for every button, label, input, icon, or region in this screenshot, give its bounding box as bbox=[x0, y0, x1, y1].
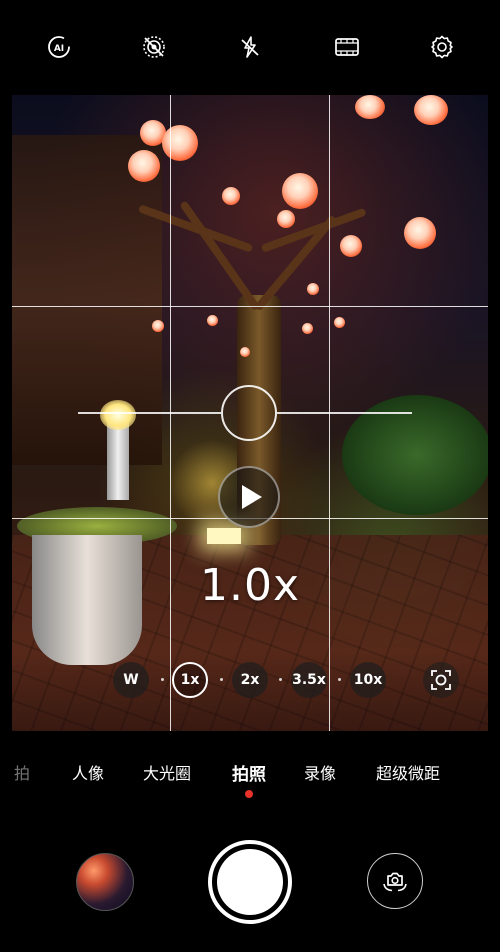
mode-selector: 拍 人像 大光圈 拍照 录像 超级微距 bbox=[0, 752, 500, 792]
scan-lens-button[interactable] bbox=[423, 662, 459, 698]
focus-ring[interactable] bbox=[221, 385, 277, 441]
gallery-thumbnail[interactable] bbox=[76, 853, 134, 911]
zoom-option-3-5x[interactable]: 3.5x bbox=[291, 662, 327, 698]
scan-icon bbox=[431, 670, 451, 690]
scene-building bbox=[12, 135, 162, 465]
zoom-option-2x[interactable]: 2x bbox=[232, 662, 268, 698]
scene-lantern bbox=[162, 125, 198, 161]
scene-lantern bbox=[152, 320, 164, 332]
mode-item-video[interactable]: 录像 bbox=[304, 760, 336, 784]
zoom-selector: W 1x 2x 3.5x 10x bbox=[12, 660, 488, 700]
scene-lantern bbox=[307, 283, 319, 295]
zoom-separator-dot bbox=[279, 678, 282, 681]
settings-icon[interactable] bbox=[428, 33, 456, 61]
zoom-readout: 1.0x bbox=[199, 560, 300, 611]
scene-lantern bbox=[340, 235, 362, 257]
zoom-separator-dot bbox=[338, 678, 341, 681]
scene-ground-light bbox=[207, 528, 241, 544]
scene-lantern bbox=[302, 323, 313, 334]
active-mode-indicator bbox=[245, 790, 253, 798]
ai-icon[interactable]: AI bbox=[45, 33, 73, 61]
scene-lamp-post bbox=[107, 420, 129, 500]
flash-off-icon[interactable] bbox=[236, 33, 264, 61]
zoom-separator-dot bbox=[220, 678, 223, 681]
mode-item-portrait[interactable]: 人像 bbox=[72, 760, 104, 784]
scene-lantern bbox=[222, 187, 240, 205]
camera-viewfinder[interactable]: 1.0x W 1x 2x 3.5x 10x bbox=[12, 95, 488, 731]
play-icon bbox=[241, 485, 262, 509]
switch-camera-icon bbox=[383, 872, 407, 892]
mode-item-partial[interactable]: 拍 bbox=[14, 760, 30, 784]
scene-branch bbox=[179, 200, 261, 312]
scene-lantern bbox=[282, 173, 318, 209]
switch-camera-button[interactable] bbox=[367, 853, 423, 909]
scene-lantern bbox=[404, 217, 436, 249]
mode-item-aperture[interactable]: 大光圈 bbox=[143, 760, 191, 784]
live-photo-off-icon[interactable] bbox=[140, 33, 168, 61]
scene-lamp bbox=[100, 400, 136, 430]
scene-lantern bbox=[128, 150, 160, 182]
film-filter-icon[interactable] bbox=[333, 33, 361, 61]
scene-lantern bbox=[414, 95, 448, 125]
svg-text:AI: AI bbox=[54, 44, 64, 54]
scene-lantern bbox=[240, 347, 250, 357]
level-line-right bbox=[277, 412, 412, 414]
play-button[interactable] bbox=[218, 466, 280, 528]
scene-lantern bbox=[207, 315, 218, 326]
zoom-option-10x[interactable]: 10x bbox=[350, 662, 386, 698]
zoom-option-wide[interactable]: W bbox=[113, 662, 149, 698]
shutter-inner bbox=[217, 849, 283, 915]
mode-item-super-macro[interactable]: 超级微距 bbox=[376, 760, 440, 784]
mode-item-photo[interactable]: 拍照 bbox=[232, 760, 266, 785]
scene-lantern bbox=[277, 210, 295, 228]
scene-lantern bbox=[334, 317, 345, 328]
top-toolbar: AI bbox=[0, 0, 500, 95]
zoom-separator-dot bbox=[161, 678, 164, 681]
zoom-option-1x[interactable]: 1x bbox=[172, 662, 208, 698]
scene-lantern bbox=[355, 95, 385, 119]
grid-line-horizontal bbox=[12, 306, 488, 307]
shutter-button[interactable] bbox=[208, 840, 292, 924]
level-line-left bbox=[78, 412, 221, 414]
